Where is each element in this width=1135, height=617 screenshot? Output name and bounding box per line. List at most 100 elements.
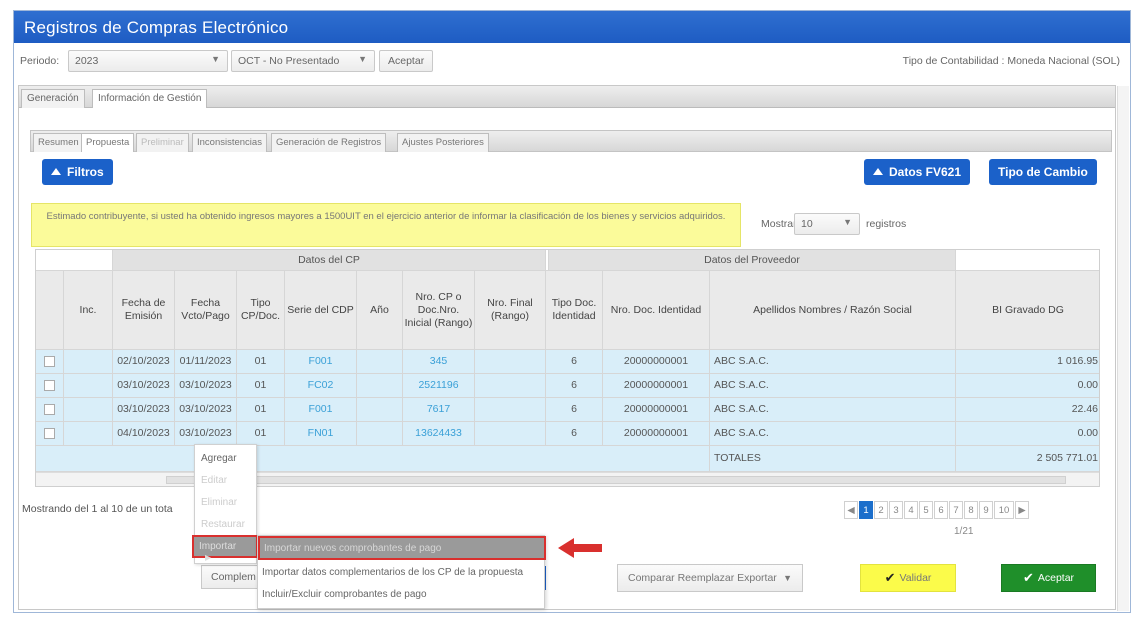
- checkbox[interactable]: [44, 404, 55, 415]
- filtros-button[interactable]: Filtros: [42, 159, 113, 185]
- cell-nro-cp-link[interactable]: 13624433: [403, 422, 475, 446]
- cell-fecha-emision: 03/10/2023: [113, 398, 175, 422]
- tab-resumen[interactable]: Resumen: [33, 133, 84, 152]
- header-anio: Año: [357, 271, 403, 350]
- page-count: 1/21: [954, 526, 974, 537]
- datos-fv621-button[interactable]: Datos FV621: [864, 159, 971, 185]
- triangle-up-icon: [873, 168, 883, 175]
- header-tipo: Tipo CP/Doc.: [237, 271, 285, 350]
- scrollbar-thumb[interactable]: [166, 476, 1066, 484]
- filtros-label: Filtros: [67, 165, 104, 179]
- cell-anio: [357, 350, 403, 374]
- menu-item-eliminar: Eliminar: [201, 497, 238, 508]
- tab-informacion-gestion[interactable]: Información de Gestión: [92, 89, 208, 108]
- checkbox[interactable]: [44, 356, 55, 367]
- row-checkbox[interactable]: [36, 422, 64, 446]
- aceptar-button[interactable]: ✔ Aceptar: [1001, 564, 1096, 592]
- prev-page-icon[interactable]: ◀: [844, 501, 858, 519]
- cell-bi-gravado: 0.00: [956, 374, 1099, 398]
- cell-fecha-vcto: 03/10/2023: [175, 422, 237, 446]
- tab-propuesta[interactable]: Propuesta: [81, 133, 135, 152]
- title-bar: Registros de Compras Electrónico: [14, 11, 1130, 43]
- red-arrow-icon: [558, 538, 602, 558]
- outer-tabbar: Generación Información de Gestión: [19, 86, 1115, 108]
- totals-spacer: [36, 446, 710, 472]
- menu-item-restaurar: Restaurar: [201, 519, 245, 530]
- cell-tipo-doc: 6: [546, 398, 603, 422]
- page-size-value: 10: [801, 218, 813, 230]
- header-bi-gravado: BI Gravado DG: [956, 271, 1099, 350]
- tab-ajustes-posteriores[interactable]: Ajustes Posteriores: [397, 133, 489, 152]
- cell-fecha-vcto: 03/10/2023: [175, 398, 237, 422]
- page-size-select[interactable]: 10 ▼: [794, 213, 860, 235]
- page-button[interactable]: 5: [919, 501, 933, 519]
- cell-nro-cp-link[interactable]: 345: [403, 350, 475, 374]
- cell-serie-link[interactable]: F001: [285, 350, 357, 374]
- validar-button[interactable]: ✔ Validar: [860, 564, 956, 592]
- cell-anio: [357, 422, 403, 446]
- chevron-right-icon: ▶: [205, 553, 212, 562]
- cell-nro-final: [475, 374, 546, 398]
- row-checkbox[interactable]: [36, 398, 64, 422]
- datos-fv621-label: Datos FV621: [889, 165, 962, 179]
- page-button[interactable]: 6: [934, 501, 948, 519]
- row-checkbox[interactable]: [36, 350, 64, 374]
- page-button[interactable]: 3: [889, 501, 903, 519]
- checkbox[interactable]: [44, 380, 55, 391]
- year-select[interactable]: 2023 ▼: [68, 50, 228, 72]
- cell-nro-final: [475, 350, 546, 374]
- header-razon-social: Apellidos Nombres / Razón Social: [710, 271, 956, 350]
- page-button[interactable]: 9: [979, 501, 993, 519]
- cell-anio: [357, 398, 403, 422]
- outer-scrollbar[interactable]: [1117, 86, 1129, 611]
- cell-nro-cp-link[interactable]: 7617: [403, 398, 475, 422]
- paging-info-start: Mostrando del 1 al 10 de un tota: [22, 503, 173, 515]
- cell-tipo-doc: 6: [546, 422, 603, 446]
- menu-item-importar[interactable]: Importar ▶: [192, 535, 258, 562]
- page-button[interactable]: 2: [874, 501, 888, 519]
- page-button[interactable]: 7: [949, 501, 963, 519]
- period-accept-button[interactable]: Aceptar: [379, 50, 434, 72]
- row-checkbox[interactable]: [36, 374, 64, 398]
- mostrar-label: Mostrar: [761, 218, 797, 230]
- header-nro-final: Nro. Final (Rango): [475, 271, 546, 350]
- comparar-reemplazar-exportar-button[interactable]: Comparar Reemplazar Exportar ▼: [617, 564, 803, 592]
- tipo-cambio-button[interactable]: Tipo de Cambio: [989, 159, 1097, 185]
- header-tipo-doc: Tipo Doc. Identidad: [546, 271, 603, 350]
- header-serie: Serie del CDP: [285, 271, 357, 350]
- cell-serie-link[interactable]: F001: [285, 398, 357, 422]
- tab-inconsistencias[interactable]: Inconsistencias: [192, 133, 267, 152]
- validar-label: Validar: [899, 572, 932, 584]
- tab-generacion-registros[interactable]: Generación de Registros: [271, 133, 387, 152]
- menu-item-agregar[interactable]: Agregar: [201, 453, 237, 464]
- submenu-item-importar-complementarios[interactable]: Importar datos complementarios de los CP…: [262, 567, 523, 578]
- page-button[interactable]: 8: [964, 501, 978, 519]
- cell-inc: [64, 422, 113, 446]
- submenu-item-incluir-excluir[interactable]: Incluir/Excluir comprobantes de pago: [262, 589, 427, 600]
- check-icon: ✔: [884, 570, 896, 585]
- header-select: [36, 271, 64, 350]
- header-nro-doc: Nro. Doc. Identidad: [603, 271, 710, 350]
- next-page-icon[interactable]: ▶: [1015, 501, 1029, 519]
- page-button[interactable]: 1: [859, 501, 873, 519]
- cell-tipo: 01: [237, 398, 285, 422]
- group-datos-cp: Datos del CP: [113, 250, 546, 271]
- complementar-label: Complem: [211, 571, 256, 583]
- checkbox[interactable]: [44, 428, 55, 439]
- tab-preliminar: Preliminar: [136, 133, 189, 152]
- app-title: Registros de Compras Electrónico: [24, 18, 289, 37]
- app-window: Registros de Compras Electrónico Periodo…: [13, 10, 1131, 613]
- page-button[interactable]: 10: [994, 501, 1014, 519]
- cell-tipo: 01: [237, 350, 285, 374]
- cell-nro-cp-link[interactable]: 2521196: [403, 374, 475, 398]
- submenu-item-importar-nuevos[interactable]: Importar nuevos comprobantes de pago: [258, 536, 546, 560]
- month-select[interactable]: OCT - No Presentado ▼: [231, 50, 375, 72]
- grid-band-empty-right: [956, 250, 1099, 271]
- tab-generacion[interactable]: Generación: [21, 89, 85, 108]
- totals-value: 2 505 771.01: [956, 446, 1099, 472]
- cell-fecha-emision: 02/10/2023: [113, 350, 175, 374]
- cell-serie-link[interactable]: FN01: [285, 422, 357, 446]
- totals-label: TOTALES: [710, 446, 956, 472]
- page-button[interactable]: 4: [904, 501, 918, 519]
- cell-serie-link[interactable]: FC02: [285, 374, 357, 398]
